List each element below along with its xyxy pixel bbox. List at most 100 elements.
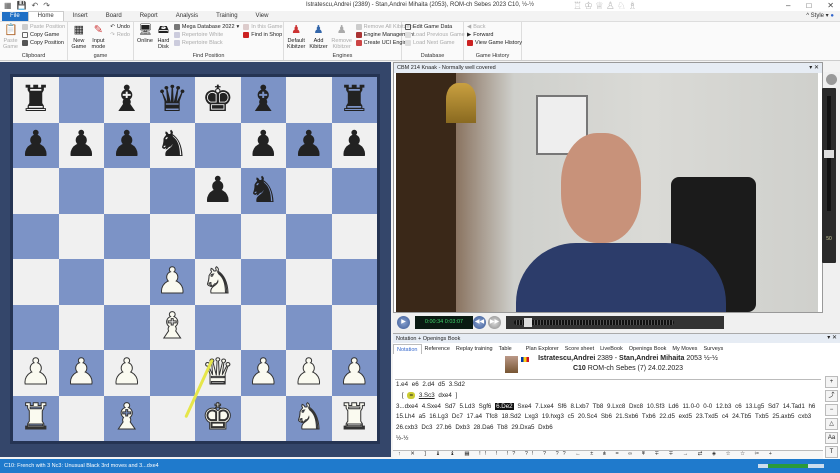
tab-board[interactable]: Board (97, 12, 131, 21)
style-menu[interactable]: ^ Style ▾ ● (806, 12, 834, 19)
square-d3[interactable]: ♝ (149, 304, 195, 350)
square-f8[interactable]: ♝ (240, 77, 286, 123)
square-f1[interactable] (240, 395, 286, 441)
black-rook-icon[interactable]: ♜ (20, 81, 52, 118)
square-f3[interactable] (240, 304, 286, 350)
copy-position-button[interactable]: Copy Position (21, 40, 65, 46)
square-g2[interactable]: ♟ (286, 350, 332, 396)
black-pawn-icon[interactable]: ♟ (20, 127, 52, 163)
delete-variation-button[interactable]: − (825, 404, 838, 416)
help-icon[interactable]: ● (830, 13, 834, 19)
square-h7[interactable]: ♟ (331, 122, 377, 168)
white-pawn-icon[interactable]: ♟ (247, 354, 280, 391)
rewind-button[interactable]: ◀◀ (473, 316, 486, 329)
square-g8[interactable] (286, 77, 332, 123)
main-line-moves[interactable]: 3...dxe4 4.Sxe4 Sd7 5.Ld3 Sgf6 (396, 403, 495, 410)
square-f5[interactable] (240, 213, 286, 259)
notation-tab-surveys[interactable]: Surveys (700, 344, 726, 354)
white-queen-icon[interactable]: ♛ (201, 354, 234, 391)
black-pawn-icon[interactable]: ♟ (338, 127, 370, 163)
tag-button[interactable]: T (825, 446, 838, 458)
black-pawn-icon[interactable]: ♟ (65, 127, 97, 163)
square-b8[interactable] (58, 77, 104, 123)
maximize-button[interactable]: □ (806, 1, 811, 10)
square-a1[interactable]: ♜ (13, 395, 59, 441)
white-pawn-icon[interactable]: ♟ (110, 354, 143, 391)
triangle-icon[interactable]: △ (825, 418, 838, 430)
square-d5[interactable] (149, 213, 195, 259)
game-notation[interactable]: 1.e4 e6 2.d4 d5 3.Sd2 [ = 3.Sc3 dxe4 ] 3… (395, 379, 821, 449)
square-f7[interactable]: ♟ (240, 122, 286, 168)
square-h3[interactable] (331, 304, 377, 350)
square-e4[interactable]: ♞ (195, 259, 241, 305)
volume-slider[interactable]: 50 (822, 88, 836, 263)
repertoire-white-button[interactable]: Repertoire White (173, 32, 239, 38)
square-c4[interactable] (104, 259, 150, 305)
square-d4[interactable]: ♟ (149, 259, 195, 305)
square-e8[interactable]: ♚ (195, 77, 241, 123)
repertoire-black-button[interactable]: Repertoire Black (173, 40, 239, 46)
tab-view[interactable]: View (247, 12, 278, 21)
close-button[interactable]: ✕ (827, 1, 834, 10)
square-e3[interactable] (195, 304, 241, 350)
square-a4[interactable] (13, 259, 59, 305)
notation-tab-openings-book[interactable]: Openings Book (626, 344, 670, 354)
square-a3[interactable] (13, 304, 59, 350)
play-button[interactable]: ▶ (397, 316, 410, 329)
copy-game-button[interactable]: Copy Game (21, 32, 65, 38)
back-button[interactable]: ◀ Back (467, 24, 522, 30)
square-g4[interactable] (286, 259, 332, 305)
black-player[interactable]: Stan,Andrei Mihaita (619, 355, 684, 362)
black-knight-icon[interactable]: ♞ (247, 172, 279, 209)
load-next-game-button[interactable]: Load Next Game (405, 40, 465, 46)
square-e5[interactable] (195, 213, 241, 259)
chess-board[interactable]: ♜ ♝ ♛ ♚ ♝ ♜ ♟ ♟ ♟ ♞ ♟ ♟ ♟ ♟ ♞ ♟ ♞ ♝ ♟ ♟ ♟ ♛ ♟ ♟ ♟ ♜ ♝ ♚ ♞ ♜ (13, 77, 377, 441)
square-g1[interactable]: ♞ (286, 395, 332, 441)
tab-insert[interactable]: Insert (64, 12, 97, 21)
square-e6[interactable]: ♟ (195, 168, 241, 214)
square-b6[interactable] (58, 168, 104, 214)
square-g7[interactable]: ♟ (286, 122, 332, 168)
square-c8[interactable]: ♝ (104, 77, 150, 123)
seek-thumb[interactable] (524, 318, 532, 327)
black-bishop-icon[interactable]: ♝ (111, 81, 143, 118)
square-e7[interactable] (195, 122, 241, 168)
panel-close-button[interactable]: ▾ ✕ (809, 63, 819, 73)
white-pawn-icon[interactable]: ♟ (292, 354, 325, 391)
variation-rest[interactable]: dxe4 ] (438, 392, 457, 399)
black-pawn-icon[interactable]: ♟ (111, 127, 143, 163)
volume-thumb[interactable] (824, 149, 834, 158)
square-b2[interactable]: ♟ (58, 350, 104, 396)
black-rook-icon[interactable]: ♜ (338, 81, 370, 118)
square-h2[interactable]: ♟ (331, 350, 377, 396)
tab-training[interactable]: Training (207, 12, 246, 21)
white-rook-icon[interactable]: ♜ (338, 399, 371, 436)
square-h6[interactable] (331, 168, 377, 214)
square-b1[interactable] (58, 395, 104, 441)
square-b3[interactable] (58, 304, 104, 350)
paste-position-button[interactable]: Paste Position (21, 24, 65, 30)
black-king-icon[interactable]: ♚ (202, 81, 234, 118)
seek-bar[interactable] (506, 316, 724, 329)
square-d1[interactable] (149, 395, 195, 441)
square-b5[interactable] (58, 213, 104, 259)
notation-tab-livebook[interactable]: LiveBook (597, 344, 626, 354)
add-variation-button[interactable]: + (825, 376, 838, 388)
square-e1[interactable]: ♚ (195, 395, 241, 441)
square-d2[interactable] (149, 350, 195, 396)
main-line-start[interactable]: 1.e4 e6 2.d4 d5 3.Sd2 (396, 380, 821, 391)
square-g3[interactable] (286, 304, 332, 350)
tab-report[interactable]: Report (131, 12, 167, 21)
square-h4[interactable] (331, 259, 377, 305)
fast-forward-button[interactable]: ▶▶ (488, 316, 501, 329)
notation-tab-reference[interactable]: Reference (422, 344, 453, 354)
variation-move[interactable]: 3.Sc3 (419, 392, 435, 399)
undo-button[interactable]: ↶ Undo (110, 24, 130, 30)
view-game-history-button[interactable]: View Game History (467, 40, 522, 46)
white-pawn-icon[interactable]: ♟ (65, 354, 98, 391)
text-annotation-button[interactable]: Aa (825, 432, 838, 444)
redo-button[interactable]: ↷ Redo (110, 32, 130, 38)
notation-tab-score-sheet[interactable]: Score sheet (562, 344, 597, 354)
square-e2[interactable]: ♛ (195, 350, 241, 396)
square-a6[interactable] (13, 168, 59, 214)
